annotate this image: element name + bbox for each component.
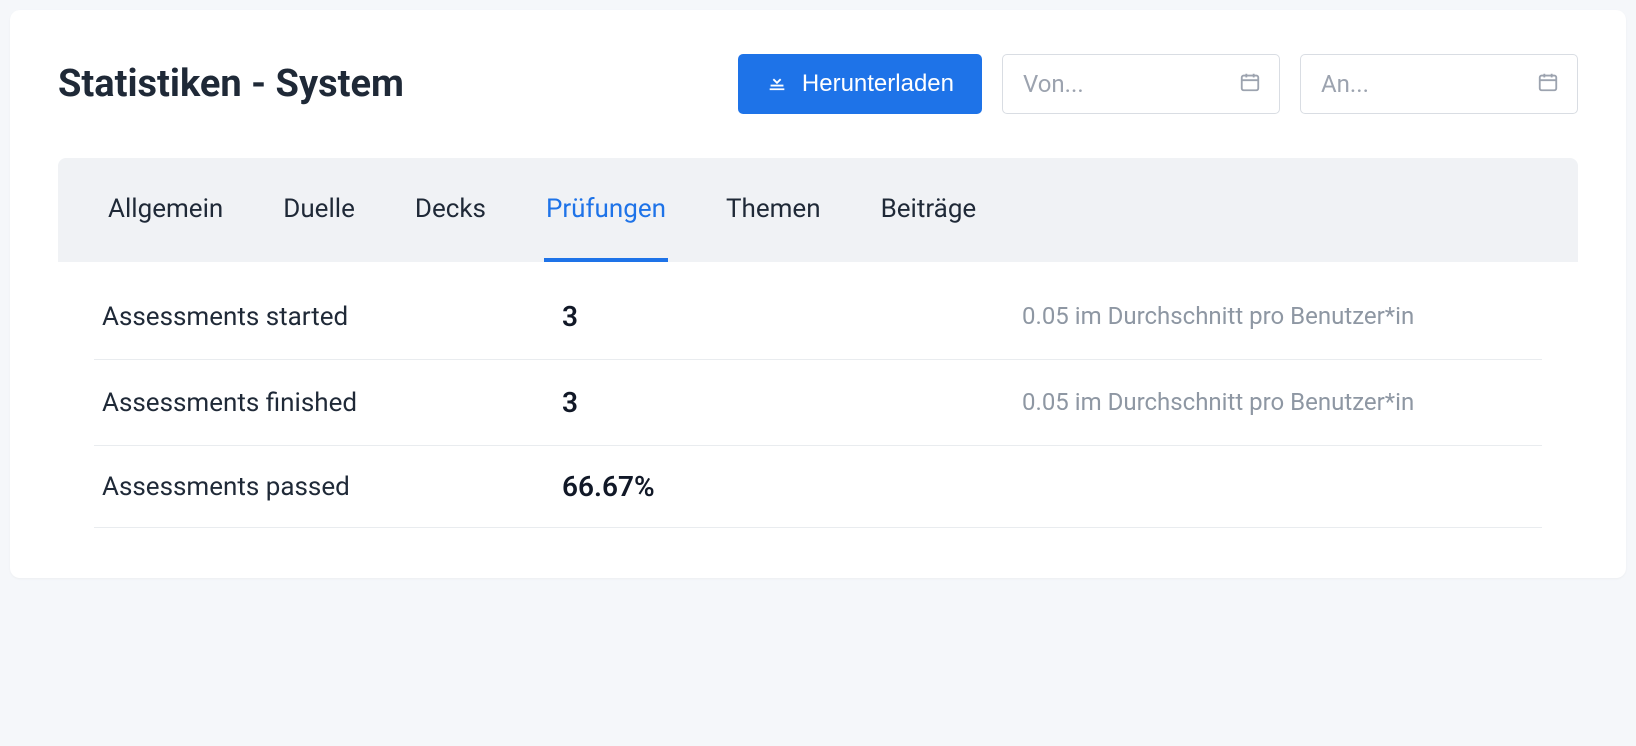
download-button-label: Herunterladen — [802, 70, 954, 98]
date-from-input[interactable]: Von... — [1002, 54, 1280, 114]
stat-value: 66.67% — [562, 470, 1022, 503]
stat-row: Assessments started 3 0.05 im Durchschni… — [94, 274, 1542, 360]
tab-themen[interactable]: Themen — [724, 158, 823, 262]
stats-card: Statistiken - System Herunterladen Von..… — [10, 10, 1626, 578]
tab-beitraege[interactable]: Beiträge — [879, 158, 979, 262]
stat-label: Assessments finished — [102, 388, 562, 418]
tab-duelle[interactable]: Duelle — [281, 158, 357, 262]
calendar-icon — [1537, 71, 1559, 97]
stat-label: Assessments passed — [102, 472, 562, 502]
stat-row: Assessments finished 3 0.05 im Durchschn… — [94, 360, 1542, 446]
stat-label: Assessments started — [102, 302, 562, 332]
tab-pruefungen[interactable]: Prüfungen — [544, 158, 668, 262]
date-from-placeholder: Von... — [1023, 70, 1084, 98]
tab-allgemein[interactable]: Allgemein — [106, 158, 225, 262]
stat-note: 0.05 im Durchschnitt pro Benutzer*in — [1022, 298, 1534, 335]
stat-note: 0.05 im Durchschnitt pro Benutzer*in — [1022, 384, 1534, 421]
page-title: Statistiken - System — [58, 62, 404, 106]
date-to-input[interactable]: An... — [1300, 54, 1578, 114]
stats-body: Assessments started 3 0.05 im Durchschni… — [58, 262, 1578, 548]
tabs-bar: Allgemein Duelle Decks Prüfungen Themen … — [58, 158, 1578, 262]
calendar-icon — [1239, 71, 1261, 97]
download-button[interactable]: Herunterladen — [738, 54, 982, 114]
stat-value: 3 — [562, 386, 1022, 419]
stat-row: Assessments passed 66.67% — [94, 446, 1542, 528]
header-row: Statistiken - System Herunterladen Von..… — [58, 54, 1578, 114]
date-to-placeholder: An... — [1321, 70, 1369, 98]
tab-decks[interactable]: Decks — [413, 158, 488, 262]
download-icon — [766, 70, 788, 99]
stat-value: 3 — [562, 300, 1022, 333]
